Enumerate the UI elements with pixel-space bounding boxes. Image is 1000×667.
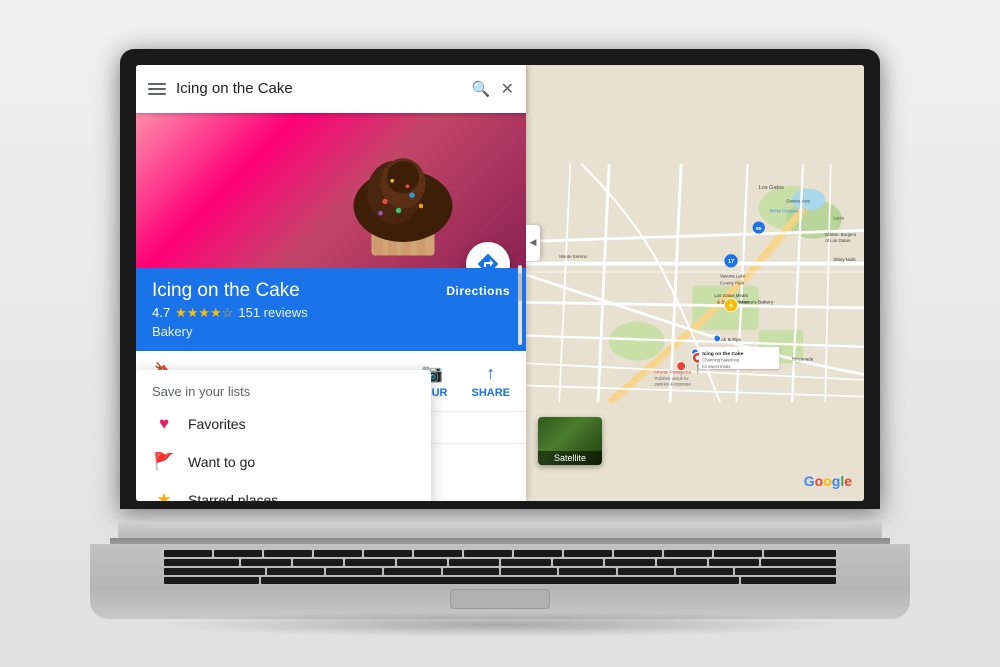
heart-icon: ♥ [152, 412, 176, 436]
svg-text:County Park: County Park [720, 280, 745, 285]
svg-text:Lou's: Lou's [834, 215, 845, 220]
search-bar: 🔍 ✕ [136, 65, 526, 113]
svg-text:Daves Ave: Daves Ave [786, 198, 810, 204]
svg-text:Shiny Nails: Shiny Nails [834, 256, 857, 261]
svg-text:RPM Fitness: RPM Fitness [770, 208, 799, 214]
svg-text:Los Gatos Meats: Los Gatos Meats [714, 292, 748, 297]
trackpad[interactable] [450, 589, 550, 609]
satellite-label: Satellite [538, 451, 602, 465]
scroll-thumb [518, 273, 522, 301]
star-icon: ★ [152, 488, 176, 501]
share-label: SHARE [471, 387, 510, 399]
save-dropdown-title: Save in your lists [136, 376, 431, 405]
directions-icon [476, 252, 500, 268]
svg-text:Icing on the Cake: Icing on the Cake [702, 351, 743, 357]
svg-text:Monte Sereno: Monte Sereno [559, 254, 587, 259]
rating-number: 4.7 [152, 305, 170, 320]
google-logo: Google [804, 473, 852, 489]
scroll-bar [518, 265, 522, 345]
svg-text:8: 8 [729, 303, 732, 309]
search-icon[interactable]: 🔍 [472, 80, 491, 98]
list-item-starred[interactable]: ★ Starred places [136, 481, 431, 501]
place-type: Bakery [152, 324, 192, 339]
share-button[interactable]: ↑ SHARE [471, 363, 510, 399]
svg-text:Polished venue for: Polished venue for [655, 375, 690, 380]
review-count: 151 reviews [238, 305, 307, 320]
svg-text:17: 17 [728, 259, 734, 265]
place-name: Icing on the Cake [152, 280, 308, 302]
svg-text:Amour Patisserie: Amour Patisserie [653, 369, 691, 375]
laptop-base [90, 522, 910, 619]
close-icon[interactable]: ✕ [501, 79, 514, 99]
favorites-label: Favorites [188, 416, 246, 432]
collapse-button[interactable]: ◀ [526, 225, 540, 261]
directions-label[interactable]: Directions [446, 280, 510, 298]
svg-text:Charming bakeshop: Charming bakeshop [702, 357, 740, 362]
svg-text:85: 85 [756, 225, 762, 231]
svg-text:for sweet treats: for sweet treats [702, 363, 730, 368]
stars-icon: ★★★★☆ [175, 305, 233, 321]
svg-text:Los Gatos: Los Gatos [759, 184, 784, 190]
map-area[interactable]: 17 85 Daves Ave Monte Sereno Los Gatos V… [526, 65, 864, 501]
hamburger-icon[interactable] [148, 83, 166, 95]
screen: 🔍 ✕ ◀ [136, 65, 864, 501]
laptop: 🔍 ✕ ◀ [90, 49, 910, 619]
satellite-thumbnail[interactable]: Satellite [538, 417, 602, 465]
keyboard-area [90, 544, 910, 619]
list-item-want-to-go[interactable]: 🚩 Want to go [136, 443, 431, 481]
svg-text:Classic Burgers: Classic Burgers [825, 231, 857, 236]
starred-places-label: Starred places [188, 492, 278, 501]
svg-text:Vasona Lake: Vasona Lake [720, 273, 746, 278]
laptop-shadow [156, 612, 845, 637]
rating-row: 4.7 ★★★★☆ 151 reviews [152, 305, 308, 321]
place-info-bar: Icing on the Cake 4.7 ★★★★☆ 151 reviews … [136, 268, 526, 351]
svg-text:Rinconada: Rinconada [792, 356, 814, 361]
svg-text:of Los Gatos: of Los Gatos [825, 237, 851, 242]
list-item-favorites[interactable]: ♥ Favorites [136, 405, 431, 443]
left-panel: 🔍 ✕ ◀ [136, 65, 526, 501]
svg-text:Mama's Bakery: Mama's Bakery [739, 299, 774, 305]
save-dropdown: Save in your lists ♥ Favorites 🚩 Want to… [136, 370, 431, 501]
bookmark-icon: 🚩 [152, 450, 176, 474]
collapse-chevron-icon: ◀ [530, 237, 537, 248]
want-to-go-label: Want to go [188, 454, 255, 470]
svg-text:pastries & espresso: pastries & espresso [655, 381, 692, 386]
cupcake-illustration [313, 113, 493, 263]
search-input[interactable] [176, 80, 462, 97]
place-image [136, 113, 526, 268]
screen-bezel: 🔍 ✕ ◀ [120, 49, 880, 509]
share-icon: ↑ [486, 363, 495, 384]
